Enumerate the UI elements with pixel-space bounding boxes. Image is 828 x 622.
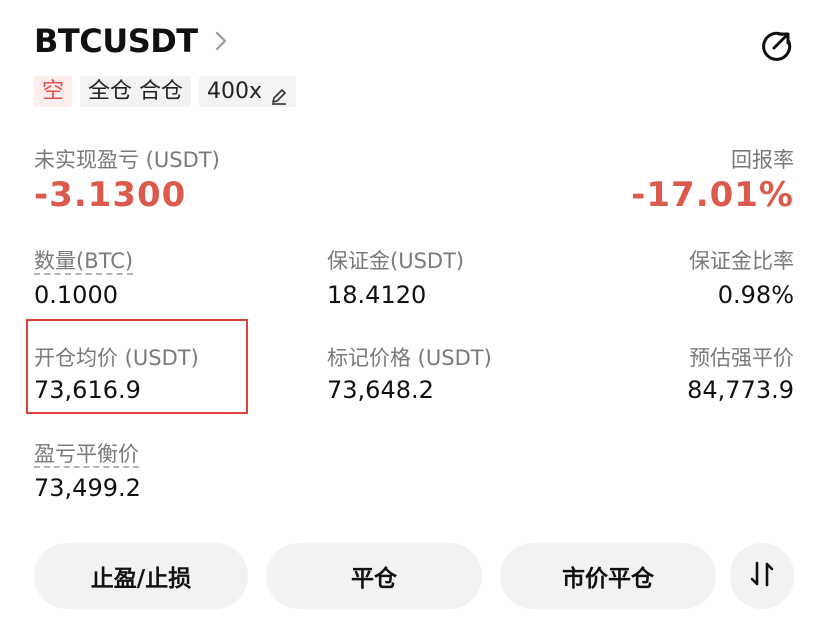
liquidation-price-value: 84,773.9 <box>687 376 794 404</box>
margin-value: 18.4120 <box>327 281 427 309</box>
margin-label: 保证金(USDT) <box>327 249 465 273</box>
breakeven-price-value: 73,499.2 <box>34 474 141 502</box>
margin-ratio-label: 保证金比率 <box>689 249 794 273</box>
mark-price-label: 标记价格 (USDT) <box>327 346 492 370</box>
edit-icon[interactable] <box>270 83 288 105</box>
position-header[interactable]: BTCUSDT <box>34 22 232 60</box>
leverage-value: 400x <box>207 79 263 104</box>
margin-mode-badge: 全仓 合仓 <box>80 76 192 107</box>
share-icon[interactable] <box>758 28 794 64</box>
swap-arrows-icon <box>747 559 777 593</box>
close-position-button[interactable]: 平仓 <box>266 543 482 609</box>
liquidation-price-label: 预估强平价 <box>689 346 794 370</box>
leverage-badge[interactable]: 400x <box>199 76 297 107</box>
mark-price-value: 73,648.2 <box>327 376 434 404</box>
symbol-title: BTCUSDT <box>34 22 198 60</box>
unrealized-pnl-value: -3.1300 <box>34 175 187 215</box>
breakeven-price-label[interactable]: 盈亏平衡价 <box>34 438 139 468</box>
margin-ratio-value: 0.98% <box>717 281 794 309</box>
entry-price-highlight-box <box>26 319 248 414</box>
action-buttons: 止盈/止损 平仓 市价平仓 <box>34 543 716 609</box>
position-tags: 空 全仓 合仓 400x <box>34 76 297 107</box>
quantity-value: 0.1000 <box>34 281 118 309</box>
unrealized-pnl-label: 未实现盈亏 (USDT) <box>34 148 220 172</box>
quantity-label[interactable]: 数量(BTC) <box>34 245 133 275</box>
roe-value: -17.01% <box>631 175 794 215</box>
side-badge: 空 <box>34 76 73 107</box>
reverse-position-button[interactable] <box>730 543 794 609</box>
roe-label: 回报率 <box>731 148 794 172</box>
chevron-right-icon[interactable] <box>214 31 232 51</box>
tp-sl-button[interactable]: 止盈/止损 <box>34 543 248 609</box>
market-close-button[interactable]: 市价平仓 <box>500 543 716 609</box>
